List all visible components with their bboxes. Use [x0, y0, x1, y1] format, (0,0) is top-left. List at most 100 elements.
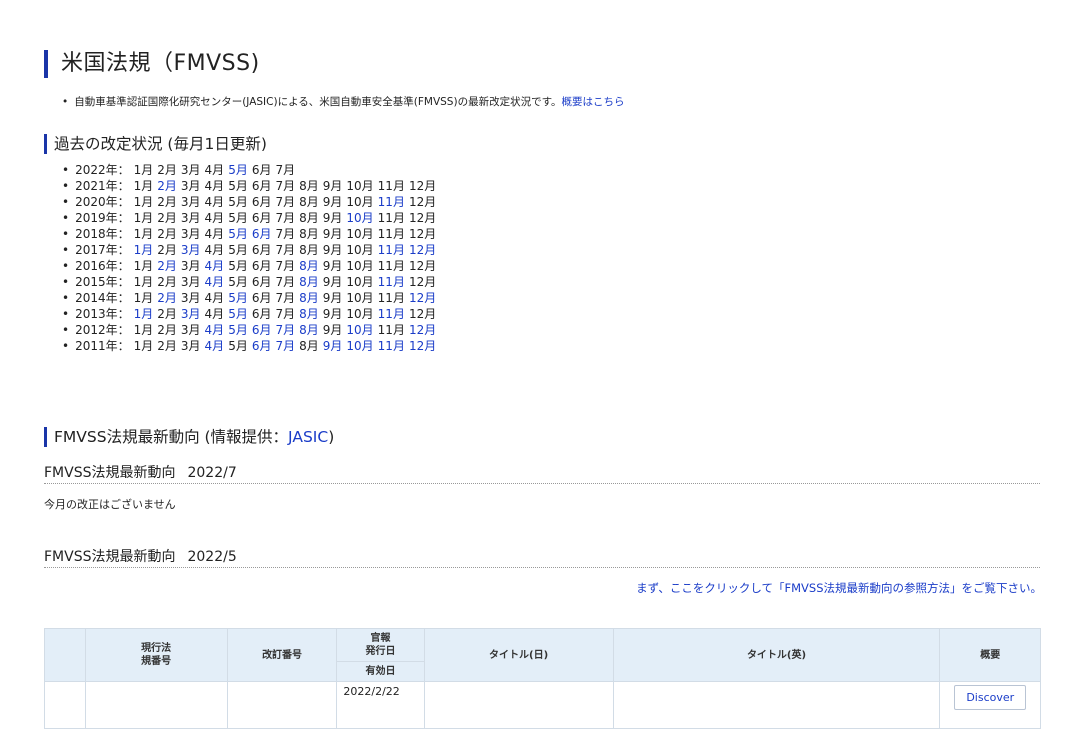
month-link[interactable]: 12月 [409, 291, 436, 305]
cell-revision-no [226, 681, 338, 729]
month-link[interactable]: 3月 [181, 307, 201, 321]
month-label: 11月 [377, 179, 405, 193]
month-label: 7月 [275, 259, 296, 273]
month-link[interactable]: 10月 [346, 339, 373, 353]
month-label: 5月 [228, 179, 248, 193]
month-link[interactable]: 8月 [299, 259, 319, 273]
month-label: 7月 [275, 195, 296, 209]
history-row: • 2020年： 1月 2月 3月 4月 5月 6月 7月 8月 9月 10月 11月 12月 [62, 194, 440, 210]
history-row: • 2017年： 1月 2月 3月 4月 5月 6月 7月 8月 9月 10月 11月 12月 [62, 242, 440, 258]
month-label: 3月 [180, 275, 201, 289]
month-link[interactable]: 9月 [323, 339, 343, 353]
month-label: 3月 [180, 211, 201, 225]
month-label: 11月 [377, 323, 405, 337]
month-label: 3月 [180, 291, 201, 305]
month-link[interactable]: 11月 [378, 307, 405, 321]
month-link[interactable]: 5月 [228, 323, 248, 337]
month-label: 12月 [408, 195, 437, 209]
month-link[interactable]: 7月 [275, 339, 295, 353]
month-label: 4月 [204, 291, 225, 305]
header-revision-no: 改訂番号 [226, 628, 338, 682]
bullet-icon: • [62, 179, 70, 193]
month-link[interactable]: 1月 [134, 243, 154, 257]
month-link[interactable]: 11月 [378, 243, 405, 257]
month-label: 1月 [133, 275, 154, 289]
month-link[interactable]: 5月 [228, 227, 248, 241]
section-label: FMVSS法規最新動向 [44, 549, 176, 565]
month-link[interactable]: 10月 [346, 323, 373, 337]
month-link[interactable]: 7月 [275, 323, 295, 337]
month-link[interactable]: 5月 [228, 291, 248, 305]
month-link[interactable]: 6月 [252, 227, 272, 241]
month-link[interactable]: 10月 [346, 211, 373, 225]
month-label: 4月 [204, 163, 225, 177]
bullet-icon: • [62, 227, 70, 241]
month-label: 10月 [346, 179, 374, 193]
section-title-2022-5: FMVSS法規最新動向 2022/5 [44, 548, 1040, 568]
month-label: 4月 [204, 227, 225, 241]
month-label: 10月 [346, 275, 374, 289]
history-row: • 2015年： 1月 2月 3月 4月 5月 6月 7月 8月 9月 10月 11月 12月 [62, 274, 440, 290]
month-label: 2月 [157, 243, 177, 257]
history-year: 2022年： [75, 163, 130, 177]
month-link[interactable]: 4月 [205, 259, 225, 273]
month-label: 4月 [204, 211, 225, 225]
month-link[interactable]: 1月 [134, 307, 154, 321]
month-link[interactable]: 11月 [378, 275, 405, 289]
discover-button[interactable]: Discover [954, 685, 1027, 710]
history-row: • 2016年： 1月 2月 3月 4月 5月 6月 7月 8月 9月 10月 11月 12月 [62, 258, 440, 274]
history-year: 2013年： [75, 307, 130, 321]
month-link[interactable]: 2月 [157, 259, 177, 273]
jasic-link[interactable]: JASIC [288, 428, 328, 446]
month-label: 6月 [251, 259, 272, 273]
month-label: 2月 [157, 211, 177, 225]
header-title-ja: タイトル(日) [423, 628, 614, 682]
month-link[interactable]: 4月 [205, 323, 225, 337]
month-label: 8月 [299, 227, 319, 241]
history-row: • 2012年： 1月 2月 3月 4月 5月 6月 7月 8月 9月 10月 11月 12月 [62, 322, 440, 338]
month-link[interactable]: 4月 [205, 339, 225, 353]
month-label: 8月 [299, 243, 319, 257]
month-link[interactable]: 12月 [409, 323, 436, 337]
bullet-icon: • [62, 291, 70, 305]
month-label: 7月 [275, 227, 296, 241]
month-label: 8月 [299, 211, 319, 225]
month-label: 1月 [133, 259, 154, 273]
month-link[interactable]: 6月 [252, 339, 272, 353]
month-link[interactable]: 2月 [157, 179, 177, 193]
month-label: 5月 [228, 211, 248, 225]
month-link[interactable]: 12月 [409, 339, 436, 353]
header-gazette-date: 官報 発行日 [336, 628, 425, 662]
month-link[interactable]: 6月 [252, 323, 272, 337]
month-label: 6月 [251, 179, 272, 193]
month-label: 2月 [157, 227, 177, 241]
month-link[interactable]: 12月 [409, 243, 436, 257]
month-link[interactable]: 3月 [181, 243, 201, 257]
month-link[interactable]: 8月 [299, 275, 319, 289]
month-link[interactable]: 5月 [228, 307, 248, 321]
month-label: 11月 [377, 227, 405, 241]
month-label: 10月 [346, 243, 374, 257]
month-link[interactable]: 4月 [205, 275, 225, 289]
bullet-icon: • [62, 259, 70, 273]
header-effective-date: 有効日 [336, 661, 425, 682]
month-link[interactable]: 2月 [157, 291, 177, 305]
cell-title-en [612, 681, 941, 729]
history-year: 2012年： [75, 323, 130, 337]
month-label: 6月 [251, 243, 272, 257]
overview-link[interactable]: 概要はこちら [562, 96, 625, 108]
cell-current-reg [84, 681, 228, 729]
bullet-icon: • [62, 163, 70, 177]
history-row: • 2019年： 1月 2月 3月 4月 5月 6月 7月 8月 9月 10月 11月 12月 [62, 210, 440, 226]
table-row: 2022/2/22 Discover [44, 681, 1041, 729]
month-link[interactable]: 8月 [299, 307, 319, 321]
header-current-reg: 現行法 規番号 [84, 628, 228, 682]
month-link[interactable]: 11月 [378, 195, 405, 209]
month-link[interactable]: 8月 [299, 291, 319, 305]
month-link[interactable]: 5月 [228, 163, 248, 177]
month-link[interactable]: 8月 [299, 323, 319, 337]
month-label: 6月 [251, 307, 272, 321]
section-title-2022-7: FMVSS法規最新動向 2022/7 [44, 464, 1040, 484]
reference-method-link[interactable]: まず、ここをクリックして「FMVSS法規最新動向の参照方法」をご覧下さい。 [636, 580, 1042, 596]
month-link[interactable]: 11月 [378, 339, 405, 353]
